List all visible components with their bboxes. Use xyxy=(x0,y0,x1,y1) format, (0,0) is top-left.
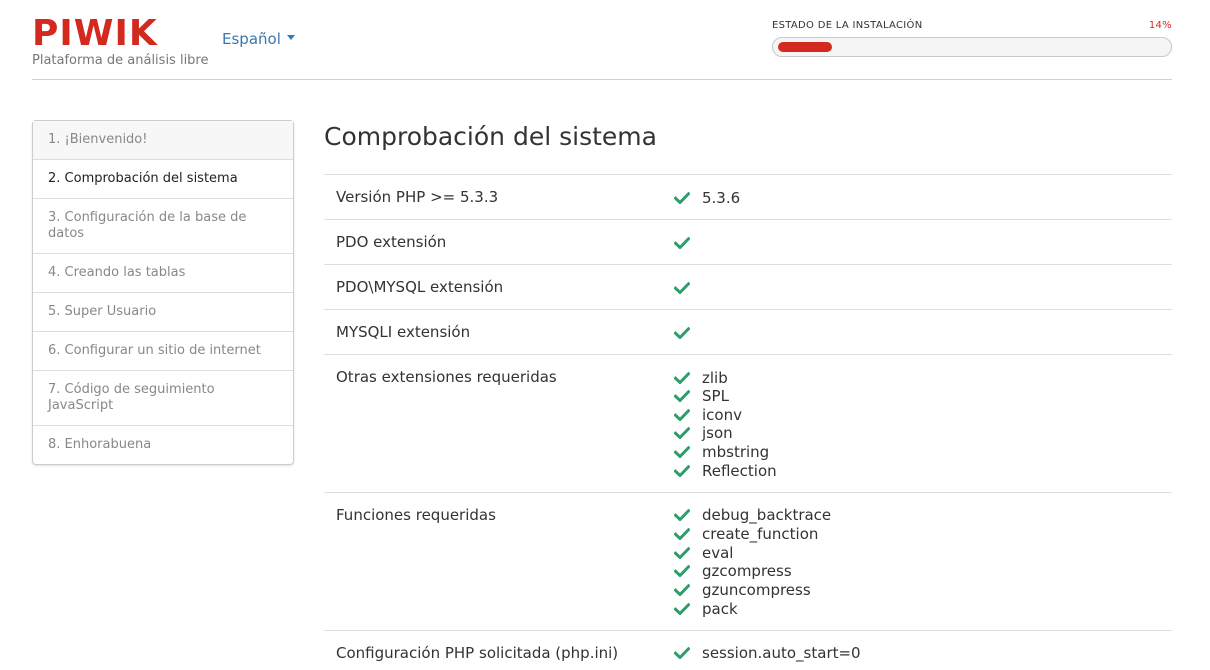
check-row: Configuración PHP solicitada (php.ini) se… xyxy=(324,631,1172,670)
check-row: Funciones requeridas debug_backtrace creat… xyxy=(324,493,1172,631)
check-value xyxy=(674,233,1172,252)
check-value: create_function xyxy=(674,525,1172,544)
check-value: json xyxy=(674,424,1172,443)
check-label: PDO extensión xyxy=(336,233,447,251)
check-icon xyxy=(674,281,702,294)
language-label: Español xyxy=(222,30,281,48)
progress-bar xyxy=(772,37,1172,57)
check-value: SPL xyxy=(674,387,1172,406)
piwik-logo[interactable]: PIWIK xyxy=(32,14,158,54)
check-value: mbstring xyxy=(674,443,1172,462)
check-value: Reflection xyxy=(674,461,1172,480)
check-value-text: debug_backtrace xyxy=(702,506,832,525)
check-label: MYSQLI extensión xyxy=(336,323,471,341)
check-value-text: 5.3.6 xyxy=(702,188,741,207)
check-value-text: Reflection xyxy=(702,461,777,480)
check-value: 5.3.6 xyxy=(674,188,1172,207)
check-value-text: json xyxy=(702,424,733,443)
check-row: PDO extensión xyxy=(324,220,1172,265)
installation-status: ESTADO DE LA INSTALACIÓN 14% xyxy=(772,20,1172,57)
check-value: eval xyxy=(674,544,1172,563)
check-value: session.auto_start=0 xyxy=(674,644,1172,663)
step-congratulations: 8. Enhorabuena xyxy=(33,425,293,464)
check-value-text: mbstring xyxy=(702,443,770,462)
check-icon xyxy=(674,408,702,421)
status-label: ESTADO DE LA INSTALACIÓN xyxy=(772,20,923,31)
check-value-text: pack xyxy=(702,599,738,618)
language-selector[interactable]: Español xyxy=(222,30,295,48)
check-value-text: iconv xyxy=(702,405,742,424)
check-values xyxy=(674,278,1172,297)
check-value-text: create_function xyxy=(702,525,819,544)
check-label: Configuración PHP solicitada (php.ini) xyxy=(336,643,619,662)
check-icon xyxy=(674,528,702,541)
check-value-text: session.auto_start=0 xyxy=(702,644,861,663)
check-row: Otras extensiones requeridas zlib SPL iconv… xyxy=(324,355,1172,493)
check-value: gzuncompress xyxy=(674,581,1172,600)
tagline: Plataforma de análisis libre xyxy=(32,53,209,68)
check-values: 5.3.6 xyxy=(674,188,1172,207)
check-value xyxy=(674,278,1172,297)
caret-down-icon xyxy=(286,34,295,40)
check-icon xyxy=(674,509,702,522)
check-value-text: zlib xyxy=(702,368,728,387)
check-icon xyxy=(674,565,702,578)
check-icon xyxy=(674,371,702,384)
check-icon xyxy=(674,584,702,597)
check-icon xyxy=(674,446,702,459)
check-row: MYSQLI extensión xyxy=(324,310,1172,355)
progress-fill xyxy=(778,42,832,52)
check-value-text: eval xyxy=(702,543,734,562)
check-value-text: SPL xyxy=(702,387,729,406)
check-value: gzcompress xyxy=(674,562,1172,581)
check-label: Funciones requeridas xyxy=(336,505,496,524)
check-values: debug_backtrace create_function eval gzcomp… xyxy=(674,506,1172,618)
check-values: zlib SPL iconv json mbstring Reflection xyxy=(674,368,1172,480)
check-value: iconv xyxy=(674,406,1172,425)
check-value: pack xyxy=(674,599,1172,618)
check-value-text: gzcompress xyxy=(702,562,792,581)
check-value: debug_backtrace xyxy=(674,506,1172,525)
check-value-text: gzuncompress xyxy=(702,581,811,600)
check-icon xyxy=(674,191,702,204)
step-system-check: 2. Comprobación del sistema xyxy=(33,159,293,198)
step-creating-tables: 4. Creando las tablas xyxy=(33,253,293,292)
check-values xyxy=(674,323,1172,342)
check-label: Otras extensiones requeridas xyxy=(336,368,557,386)
header-divider xyxy=(32,79,1172,80)
check-icon xyxy=(674,602,702,615)
check-label: Versión PHP >= 5.3.3 xyxy=(336,188,499,206)
check-value: zlib xyxy=(674,368,1172,387)
check-icon xyxy=(674,236,702,249)
step-tracking-code: 7. Código de seguimiento JavaScript xyxy=(33,370,293,425)
check-row: Versión PHP >= 5.3.3 5.3.6 xyxy=(324,175,1172,220)
check-icon xyxy=(674,326,702,339)
check-icon xyxy=(674,546,702,559)
check-value xyxy=(674,323,1172,342)
check-icon xyxy=(674,647,702,660)
check-icon xyxy=(674,390,702,403)
check-row: PDO\MYSQL extensión xyxy=(324,265,1172,310)
check-icon xyxy=(674,464,702,477)
step-database-setup: 3. Configuración de la base de datos xyxy=(33,198,293,253)
check-icon xyxy=(674,427,702,440)
step-super-user: 5. Super Usuario xyxy=(33,292,293,331)
installation-steps: 1. ¡Bienvenido! 2. Comprobación del sist… xyxy=(32,120,294,465)
step-welcome: 1. ¡Bienvenido! xyxy=(33,121,293,159)
page-title: Comprobación del sistema xyxy=(324,122,657,151)
check-values xyxy=(674,233,1172,252)
step-setup-website: 6. Configurar un sitio de internet xyxy=(33,331,293,370)
check-values: session.auto_start=0 xyxy=(674,644,1172,663)
system-check-table: Versión PHP >= 5.3.3 5.3.6 PDO extensión PD… xyxy=(324,174,1172,670)
check-label: PDO\MYSQL extensión xyxy=(336,278,504,296)
status-percent: 14% xyxy=(1148,20,1172,31)
